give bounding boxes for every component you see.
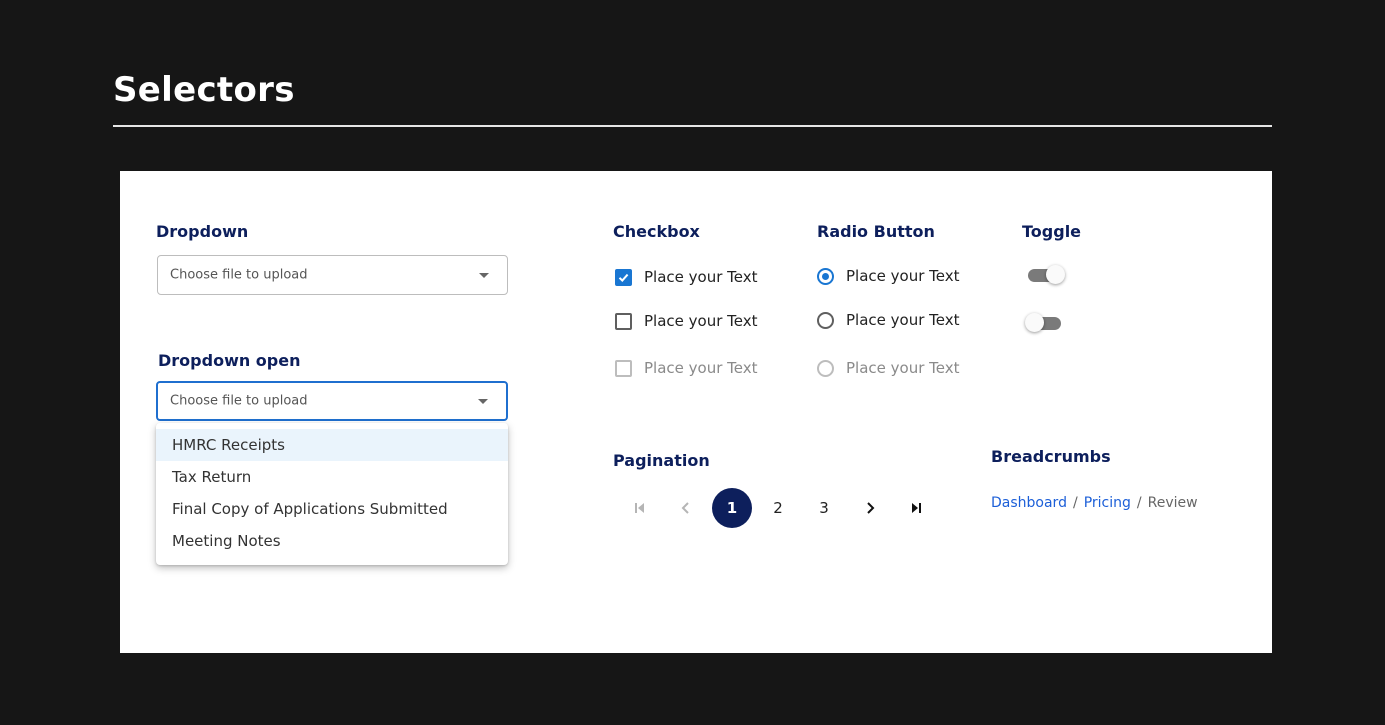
breadcrumb: Dashboard / Pricing / Review (991, 495, 1198, 511)
page-title: Selectors (113, 70, 295, 110)
checkbox-disabled-icon (615, 359, 632, 377)
radio-item-disabled: Place your Text (817, 359, 959, 377)
checkbox-item-disabled: Place your Text (615, 359, 757, 377)
toggle-switch-off[interactable] (1025, 312, 1065, 334)
chevron-down-icon (479, 273, 489, 278)
breadcrumb-review: Review (1147, 495, 1198, 511)
file-dropdown-open[interactable]: Choose file to upload (156, 381, 508, 421)
menu-item-tax-return[interactable]: Tax Return (156, 461, 508, 493)
chevron-right-icon (867, 502, 875, 514)
checkbox-text: Place your Text (644, 268, 758, 286)
breadcrumbs-label: Breadcrumbs (991, 447, 1111, 466)
radio-text: Place your Text (846, 267, 960, 285)
radio-item-selected[interactable]: Place your Text (817, 267, 959, 285)
page-button-2[interactable]: 2 (758, 488, 798, 528)
dropdown-value: Choose file to upload (170, 267, 308, 283)
breadcrumb-pricing[interactable]: Pricing (1084, 495, 1131, 511)
checkbox-item-unchecked[interactable]: Place your Text (615, 312, 757, 330)
breadcrumb-dashboard[interactable]: Dashboard (991, 495, 1067, 511)
menu-item-final-copy[interactable]: Final Copy of Applications Submitted (156, 493, 508, 525)
toggle-switch-on[interactable] (1026, 264, 1066, 286)
checkbox-item-checked[interactable]: Place your Text (615, 268, 757, 286)
page-button-1[interactable]: 1 (712, 488, 752, 528)
last-page-icon (912, 503, 921, 513)
toggle-thumb (1025, 313, 1044, 332)
checkbox-text: Place your Text (644, 312, 758, 330)
pagination-label: Pagination (613, 451, 710, 470)
toggle-thumb (1046, 265, 1065, 284)
checkbox-text: Place your Text (644, 359, 758, 377)
chevron-left-icon (681, 502, 689, 514)
title-divider (113, 125, 1272, 127)
checkbox-checked-icon (615, 268, 632, 286)
dropdown-open-label: Dropdown open (158, 351, 301, 370)
checkbox-label: Checkbox (613, 222, 700, 241)
radio-item-unselected[interactable]: Place your Text (817, 311, 959, 329)
chevron-down-icon (478, 399, 488, 404)
radio-disabled-icon (817, 359, 834, 377)
checkbox-unchecked-icon (615, 312, 632, 330)
dropdown-open-value: Choose file to upload (170, 393, 308, 409)
radio-selected-icon (817, 267, 834, 285)
toggle-label: Toggle (1022, 222, 1082, 241)
last-page-button[interactable] (896, 488, 936, 528)
radio-text: Place your Text (846, 359, 960, 377)
radio-text: Place your Text (846, 311, 960, 329)
dropdown-menu: HMRC Receipts Tax Return Final Copy of A… (156, 423, 508, 565)
page-button-3[interactable]: 3 (804, 488, 844, 528)
dropdown-label: Dropdown (156, 222, 249, 241)
first-page-icon (635, 503, 644, 513)
previous-page-button[interactable] (666, 488, 706, 528)
menu-item-meeting-notes[interactable]: Meeting Notes (156, 525, 508, 557)
radio-unselected-icon (817, 311, 834, 329)
next-page-button[interactable] (850, 488, 890, 528)
radio-label: Radio Button (817, 222, 935, 241)
file-dropdown[interactable]: Choose file to upload (157, 255, 508, 295)
breadcrumb-separator: / (1136, 495, 1142, 511)
menu-item-hmrc-receipts[interactable]: HMRC Receipts (156, 429, 508, 461)
first-page-button[interactable] (620, 488, 660, 528)
breadcrumb-separator: / (1072, 495, 1078, 511)
